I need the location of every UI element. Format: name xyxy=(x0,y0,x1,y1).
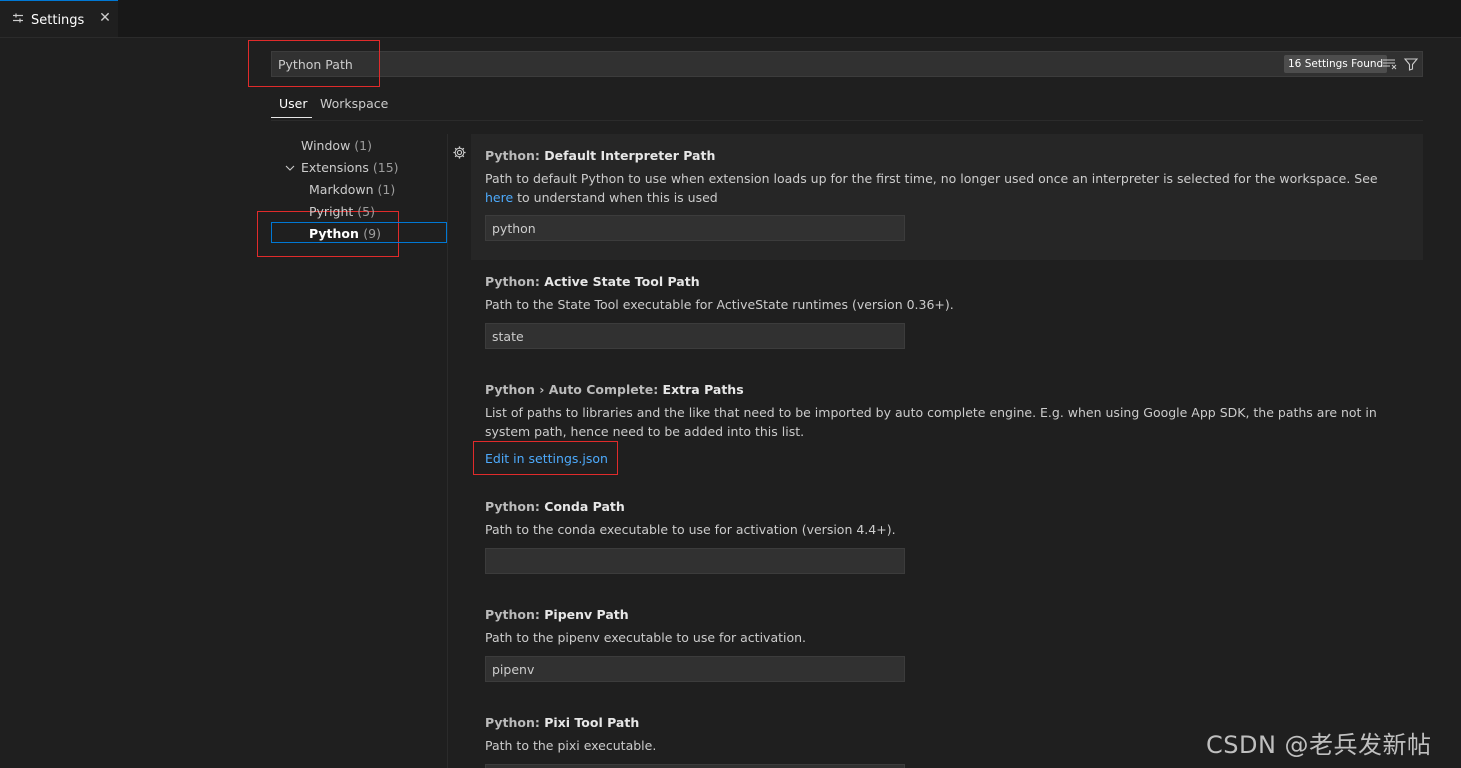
toc-label: Markdown xyxy=(309,182,374,197)
toc-label: Python xyxy=(309,226,359,241)
toc-count: (9) xyxy=(363,226,381,241)
input-value: pipenv xyxy=(492,662,535,677)
input-value: state xyxy=(492,329,524,344)
setting-category: Python: xyxy=(485,499,545,514)
setting-title: Python: Pipenv Path xyxy=(485,607,629,622)
description-text-end: to understand when this is used xyxy=(513,190,718,205)
default-interpreter-path-input[interactable]: python xyxy=(485,215,905,241)
setting-category: Python: xyxy=(485,274,545,289)
setting-key: Pipenv Path xyxy=(544,607,629,622)
toc-count: (1) xyxy=(377,182,396,197)
setting-key: Extra Paths xyxy=(662,382,744,397)
setting-pipenv-path: Python: Pipenv Path Path to the pipenv e… xyxy=(471,593,1423,701)
setting-active-state-tool-path: Python: Active State Tool Path Path to t… xyxy=(471,260,1423,368)
setting-conda-path: Python: Conda Path Path to the conda exe… xyxy=(471,485,1423,593)
toc-label: Extensions xyxy=(301,160,369,175)
toc-item-extensions[interactable]: Extensions (15) xyxy=(301,160,399,175)
settings-scope-tabs: User Workspace xyxy=(271,90,1423,121)
toc-item-python[interactable]: Python (9) xyxy=(309,226,381,241)
tab-workspace[interactable]: Workspace xyxy=(320,96,388,111)
gear-icon[interactable] xyxy=(452,145,467,160)
description-text: Path to default Python to use when exten… xyxy=(485,171,1378,186)
toc-label: Pyright xyxy=(309,204,354,219)
active-tab-indicator xyxy=(271,117,312,118)
pipenv-path-input[interactable]: pipenv xyxy=(485,656,905,682)
setting-description: Path to the pipenv executable to use for… xyxy=(485,630,807,645)
chevron-down-icon[interactable] xyxy=(285,163,295,173)
pixi-tool-path-input[interactable] xyxy=(485,764,905,768)
setting-default-interpreter-path: Python: Default Interpreter Path Path to… xyxy=(471,134,1423,260)
tab-label: Settings xyxy=(31,13,85,28)
setting-category: Python › Auto Complete: xyxy=(485,382,663,397)
editor-tab-bar: Settings ✕ xyxy=(0,0,1461,38)
tab-settings[interactable]: Settings ✕ xyxy=(0,0,118,37)
setting-description: Path to the State Tool executable for Ac… xyxy=(485,297,954,312)
edit-in-settings-json-link[interactable]: Edit in settings.json xyxy=(485,451,608,466)
toc-count: (1) xyxy=(354,138,372,153)
setting-key: Conda Path xyxy=(544,499,625,514)
toc-count: (15) xyxy=(372,160,399,175)
toc-item-window[interactable]: Window (1) xyxy=(301,138,372,153)
setting-title: Python › Auto Complete: Extra Paths xyxy=(485,382,744,397)
setting-key: Active State Tool Path xyxy=(544,274,700,289)
setting-key: Default Interpreter Path xyxy=(544,148,716,163)
setting-title: Python: Active State Tool Path xyxy=(485,274,700,289)
clear-filter-icon[interactable] xyxy=(1382,57,1398,71)
setting-title: Python: Pixi Tool Path xyxy=(485,715,639,730)
setting-category: Python: xyxy=(485,607,545,622)
input-value: python xyxy=(492,221,536,236)
close-icon[interactable]: ✕ xyxy=(97,10,113,26)
toc-item-pyright[interactable]: Pyright (5) xyxy=(309,204,375,219)
annotation-box-search xyxy=(248,40,380,87)
toc-count: (5) xyxy=(357,204,376,219)
setting-title: Python: Default Interpreter Path xyxy=(485,148,715,163)
setting-category: Python: xyxy=(485,715,545,730)
setting-title: Python: Conda Path xyxy=(485,499,625,514)
settings-search-input[interactable]: Python Path 16 Settings Found xyxy=(271,51,1423,77)
conda-path-input[interactable] xyxy=(485,548,905,574)
settings-found-badge: 16 Settings Found xyxy=(1284,55,1388,73)
toc-item-markdown[interactable]: Markdown (1) xyxy=(309,182,395,197)
watermark: CSDN @老兵发新帖 xyxy=(1206,731,1432,759)
toc-divider xyxy=(447,134,448,768)
setting-category: Python: xyxy=(485,148,545,163)
setting-auto-complete-extra-paths: Python › Auto Complete: Extra Paths List… xyxy=(471,368,1423,485)
active-state-tool-path-input[interactable]: state xyxy=(485,323,905,349)
toc-label: Window xyxy=(301,138,351,153)
tab-user[interactable]: User xyxy=(279,96,308,111)
setting-description: Path to the conda executable to use for … xyxy=(485,522,896,537)
settings-sliders-icon xyxy=(13,13,23,23)
filter-icon[interactable] xyxy=(1403,56,1419,72)
here-link[interactable]: here xyxy=(485,190,513,205)
setting-key: Pixi Tool Path xyxy=(544,715,640,730)
setting-description: List of paths to libraries and the like … xyxy=(485,405,1377,439)
setting-description: Path to default Python to use when exten… xyxy=(485,169,1385,207)
